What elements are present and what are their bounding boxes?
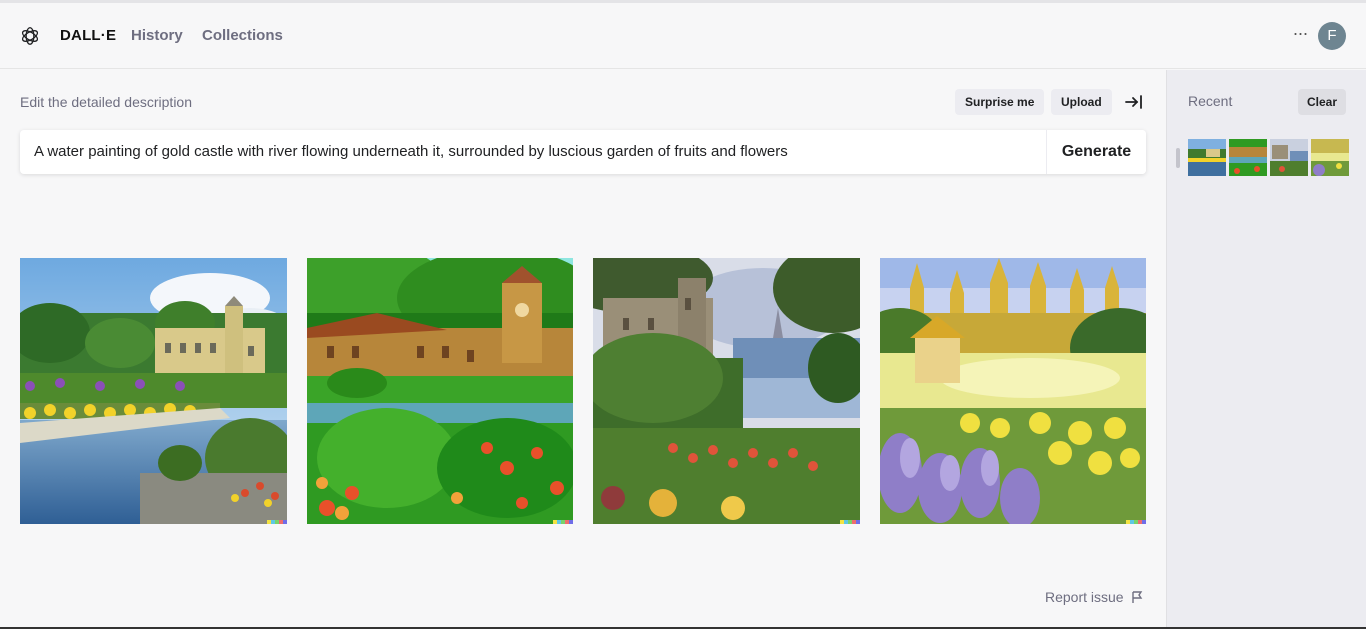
sidebar-drag-handle[interactable] [1176,148,1180,168]
generated-image-2[interactable] [307,258,573,524]
nav-collections[interactable]: Collections [202,27,283,44]
generated-image-3[interactable] [593,258,860,524]
recent-thumbnail-2[interactable] [1229,139,1267,176]
more-options-icon[interactable]: ··· [1290,23,1310,47]
nav-history[interactable]: History [131,27,183,44]
avatar[interactable]: F [1318,22,1346,50]
recent-thumbnail-3[interactable] [1270,139,1308,176]
report-issue-label: Report issue [1045,589,1124,605]
recent-thumbnail-1[interactable] [1188,139,1226,176]
report-issue-link[interactable]: Report issue [1045,589,1144,605]
recent-sidebar: Recent Clear [1166,70,1366,629]
signature-stripe [840,520,860,524]
collapse-sidebar-icon[interactable] [1124,92,1144,112]
main-panel: Edit the detailed description Surprise m… [0,70,1166,629]
brand-title[interactable]: DALL·E [60,27,116,44]
generated-image-4[interactable] [880,258,1146,524]
surprise-me-button[interactable]: Surprise me [955,89,1045,115]
recent-thumbnail-4[interactable] [1311,139,1349,176]
description-label: Edit the detailed description [20,94,192,110]
signature-stripe [1126,520,1146,524]
prompt-input[interactable] [20,130,1046,174]
signature-stripe [267,520,287,524]
generate-button[interactable]: Generate [1046,130,1146,174]
recent-label: Recent [1188,93,1233,109]
prompt-box: Generate [20,130,1146,174]
signature-stripe [553,520,573,524]
generated-image-1[interactable] [20,258,287,524]
top-navbar: DALL·E History Collections ··· F [0,3,1366,69]
upload-button[interactable]: Upload [1051,89,1112,115]
clear-button[interactable]: Clear [1298,89,1347,115]
openai-logo-icon[interactable] [19,25,41,47]
flag-icon [1131,591,1142,603]
